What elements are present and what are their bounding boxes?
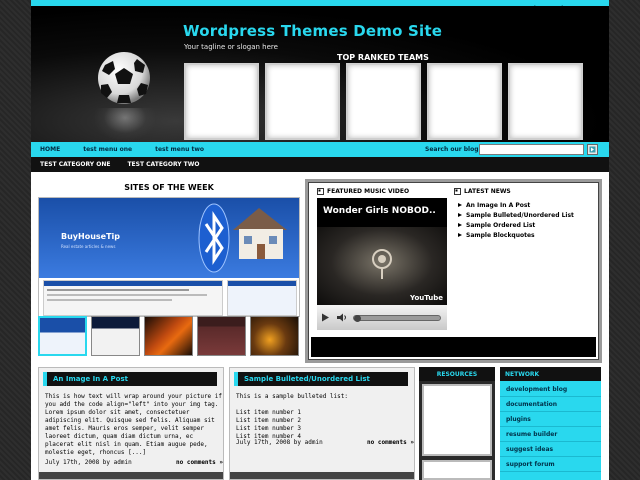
progress-handle[interactable] xyxy=(354,315,361,322)
site-thumbnail-3[interactable] xyxy=(144,316,193,356)
network-link-resume-builder[interactable]: resume builder xyxy=(500,427,601,442)
site-tagline: Your tagline or slogan here xyxy=(184,43,278,51)
featured-video-heading: FEATURED MUSIC VIDEO xyxy=(317,188,409,195)
post-header: An Image In A Post xyxy=(43,372,217,386)
latest-news-heading: LATEST NEWS xyxy=(454,188,511,195)
video-player[interactable]: Wonder Girls NOBOD.. YouTube xyxy=(317,198,447,330)
ball-reflection xyxy=(95,108,155,140)
featured-box: FEATURED MUSIC VIDEO Wonder Girls NOBOD.… xyxy=(305,179,602,363)
site-title[interactable]: Wordpress Themes Demo Site xyxy=(183,22,442,40)
news-item[interactable]: Sample Bulleted/Unordered List xyxy=(458,210,574,220)
network-link-support-forum[interactable]: support forum xyxy=(500,457,601,472)
video-artwork xyxy=(372,249,392,279)
video-title[interactable]: Wonder Girls NOBOD.. xyxy=(323,206,436,216)
team-slot-3[interactable] xyxy=(346,63,421,140)
bluetooth-graphic xyxy=(198,203,230,273)
category-test-two[interactable]: TEST CATEGORY TWO xyxy=(127,161,199,168)
video-box-icon xyxy=(317,188,324,195)
team-slot-5[interactable] xyxy=(508,63,583,140)
play-icon[interactable] xyxy=(321,313,330,322)
site-thumbnail-2[interactable] xyxy=(91,316,140,356)
post-meta: July 17th, 2008 by admin no comments » xyxy=(236,439,414,449)
sites-of-the-week: SITES OF THE WEEK BuyHouseTip Real estat… xyxy=(38,180,300,360)
resources-sidebar: RESOURCES xyxy=(419,367,495,480)
video-progress-bar[interactable] xyxy=(353,315,441,322)
network-title: NETWORK xyxy=(500,367,601,381)
network-link-documentation[interactable]: documentation xyxy=(500,397,601,412)
main-content: SITES OF THE WEEK BuyHouseTip Real estat… xyxy=(31,172,609,480)
bullet-arrow-icon xyxy=(458,233,462,237)
network-link-plugins[interactable]: plugins xyxy=(500,412,601,427)
post-card-1: An Image In A Post This is how text will… xyxy=(38,367,224,480)
nav-item-test-menu-two[interactable]: test menu two xyxy=(155,146,204,153)
news-item[interactable]: An Image In A Post xyxy=(458,200,574,210)
comments-link[interactable]: no comments » xyxy=(367,439,414,449)
youtube-logo: YouTube xyxy=(410,294,443,302)
bullet-arrow-icon xyxy=(458,223,462,227)
category-bar: TEST CATEGORY ONE TEST CATEGORY TWO xyxy=(31,157,609,172)
network-link-development-blog[interactable]: development blog xyxy=(500,382,601,397)
latest-news-list: An Image In A Post Sample Bulleted/Unord… xyxy=(458,200,574,240)
nav-item-home[interactable]: HOME xyxy=(40,146,60,153)
search-label: Search our blog xyxy=(425,146,479,153)
post-card-2: Sample Bulleted/Unordered List This is a… xyxy=(229,367,415,480)
post-footer-bar xyxy=(230,472,414,479)
resources-title: RESOURCES xyxy=(419,367,495,381)
resource-ad-2[interactable] xyxy=(422,460,492,480)
post-line: This is a sample bulleted list: xyxy=(236,393,348,400)
featured-site-screenshot[interactable]: BuyHouseTip Real estate articles & news xyxy=(38,197,300,317)
soccer-ball-logo xyxy=(98,52,150,104)
news-box-icon xyxy=(454,188,461,195)
post-footer-bar xyxy=(39,472,223,479)
news-item[interactable]: Sample Blockquotes xyxy=(458,230,574,240)
list-item: List item number 2 xyxy=(236,417,302,424)
post-meta: July 17th, 2008 by admin no comments » xyxy=(45,459,223,469)
search-arrow-icon xyxy=(589,146,596,153)
latest-news-label: LATEST NEWS xyxy=(464,188,511,195)
post-excerpt: This is how text will wrap around your p… xyxy=(45,393,223,456)
volume-icon[interactable] xyxy=(337,313,347,322)
sites-of-the-week-title: SITES OF THE WEEK xyxy=(124,183,214,192)
comments-link[interactable]: no comments » xyxy=(176,459,223,469)
nav-item-test-menu-one[interactable]: test menu one xyxy=(83,146,132,153)
post-line xyxy=(236,401,414,409)
team-slot-1[interactable] xyxy=(184,63,259,140)
screenshot-brand: BuyHouseTip xyxy=(61,232,121,241)
post-title[interactable]: Sample Bulleted/Unordered List xyxy=(244,375,370,383)
video-controls xyxy=(317,305,447,330)
screenshot-sidebar-block xyxy=(227,280,297,316)
search-button[interactable] xyxy=(587,144,598,155)
bullet-arrow-icon xyxy=(458,203,462,207)
news-item[interactable]: Sample Ordered List xyxy=(458,220,574,230)
team-slot-2[interactable] xyxy=(265,63,340,140)
search-input[interactable] xyxy=(479,144,584,155)
post-date: July 17th, 2008 by admin xyxy=(236,439,323,446)
post-title[interactable]: An Image In A Post xyxy=(53,375,128,383)
featured-video-label: FEATURED MUSIC VIDEO xyxy=(327,188,410,195)
resource-ad-1[interactable] xyxy=(422,384,492,456)
network-links: development blog documentation plugins r… xyxy=(500,382,601,472)
bullet-arrow-icon xyxy=(458,213,462,217)
post-date: July 17th, 2008 by admin xyxy=(45,459,132,466)
network-link-suggest-ideas[interactable]: suggest ideas xyxy=(500,442,601,457)
site-thumbnail-1[interactable] xyxy=(38,316,87,356)
network-sidebar: NETWORK development blog documentation p… xyxy=(500,367,601,480)
video-frame[interactable]: YouTube xyxy=(317,227,447,305)
main-nav: HOME test menu one test menu two Search … xyxy=(31,142,609,157)
site-thumbnail-5[interactable] xyxy=(250,316,299,356)
screenshot-article-block xyxy=(43,280,223,316)
featured-footer-bar xyxy=(311,337,596,357)
page-wrapper: 10:22:23 PM on Tuesday, 8th June Wordpre… xyxy=(31,0,609,480)
list-item: List item number 1 xyxy=(236,409,302,416)
house-graphic xyxy=(233,208,287,259)
site-header: Wordpress Themes Demo Site Your tagline … xyxy=(31,6,609,142)
screenshot-subtitle: Real estate articles & news xyxy=(61,244,116,249)
post-excerpt: This is a sample bulleted list: List ite… xyxy=(236,393,414,441)
team-slot-4[interactable] xyxy=(427,63,502,140)
category-test-one[interactable]: TEST CATEGORY ONE xyxy=(40,161,110,168)
top-ranked-title: TOP RANKED TEAMS xyxy=(337,53,429,62)
post-header: Sample Bulleted/Unordered List xyxy=(234,372,408,386)
site-thumbnail-4[interactable] xyxy=(197,316,246,356)
list-item: List item number 3 xyxy=(236,425,302,432)
